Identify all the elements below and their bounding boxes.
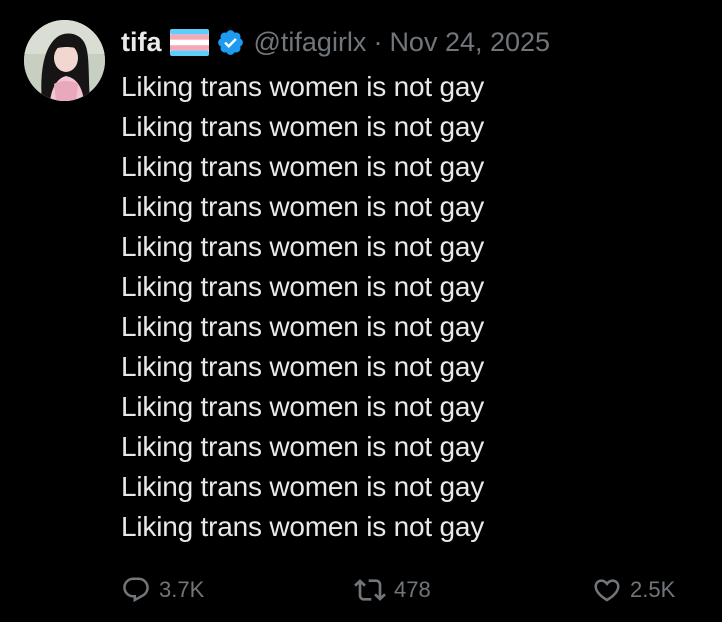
separator: · xyxy=(373,26,383,57)
tweet: tifa @tifagirlx · Nov 24, 2025 Liking tr… xyxy=(0,0,722,622)
tweet-text-line: Liking trans women is not gay xyxy=(121,271,485,302)
reply-count: 3.7K xyxy=(159,577,205,602)
tweet-text-line: Liking trans women is not gay xyxy=(121,351,485,382)
repost-button[interactable]: 478 xyxy=(354,570,431,610)
like-button[interactable]: 2.5K xyxy=(592,570,675,610)
author-handle[interactable]: @tifagirlx xyxy=(254,27,367,58)
tweet-text-line: Liking trans women is not gay xyxy=(121,71,485,102)
avatar[interactable] xyxy=(24,20,105,101)
tweet-text-line: Liking trans women is not gay xyxy=(121,191,485,222)
tweet-text-line: Liking trans women is not gay xyxy=(121,111,485,142)
display-name[interactable]: tifa xyxy=(121,27,162,58)
tweet-text-line: Liking trans women is not gay xyxy=(121,151,485,182)
tweet-text-line: Liking trans women is not gay xyxy=(121,511,485,542)
tweet-text-line: Liking trans women is not gay xyxy=(121,471,485,502)
like-count: 2.5K xyxy=(630,577,676,602)
tweet-text: Liking trans women is not gay Liking tra… xyxy=(121,67,701,547)
heart-icon xyxy=(594,579,620,602)
tweet-header: tifa @tifagirlx · Nov 24, 2025 xyxy=(121,24,550,60)
action-bar: 3.7K 478 2.5K xyxy=(0,570,722,610)
tweet-date[interactable]: Nov 24, 2025 xyxy=(389,27,550,58)
avatar-image xyxy=(24,20,105,101)
reply-icon xyxy=(123,577,149,603)
repost-count: 478 xyxy=(394,577,431,602)
tweet-text-line: Liking trans women is not gay xyxy=(121,431,485,462)
tweet-text-line: Liking trans women is not gay xyxy=(121,231,485,262)
repost-icon xyxy=(354,579,386,601)
verified-badge-icon[interactable] xyxy=(216,28,245,57)
tweet-text-line: Liking trans women is not gay xyxy=(121,311,485,342)
tweet-text-line: Liking trans women is not gay xyxy=(121,391,485,422)
trans-flag-icon xyxy=(169,28,209,56)
reply-button[interactable]: 3.7K xyxy=(121,570,204,610)
